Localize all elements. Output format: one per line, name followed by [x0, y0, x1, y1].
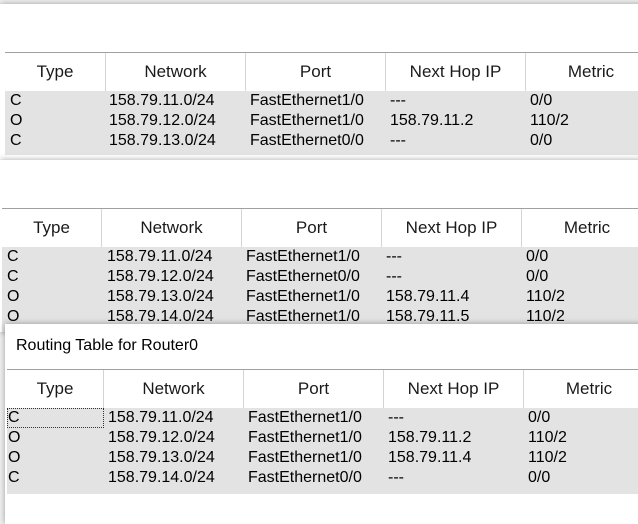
cell-type: O: [7, 288, 20, 305]
cell-network: 158.79.14.0/24: [108, 469, 215, 486]
cell-port: FastEthernet1/0: [250, 112, 364, 129]
table-row[interactable]: O 158.79.12.0/24 FastEthernet1/0 158.79.…: [5, 111, 638, 131]
column-header-next-hop-ip[interactable]: Next Hop IP: [382, 209, 522, 247]
cell-metric: 110/2: [528, 429, 567, 446]
table-row[interactable]: O 158.79.13.0/24 FastEthernet1/0 158.79.…: [2, 287, 638, 307]
routing-table-window-2: Type Network Port Next Hop IP Metric C 1…: [0, 160, 638, 332]
table-row[interactable]: O 158.79.12.0/24 FastEthernet1/0 158.79.…: [7, 428, 638, 448]
cell-next-hop: ---: [390, 92, 406, 109]
cell-next-hop: 158.79.11.4: [388, 449, 472, 466]
table-row[interactable]: C 158.79.11.0/24 FastEthernet1/0 --- 0/0: [5, 91, 638, 111]
window-title-bar[interactable]: Routing Table for Router0: [5, 324, 638, 366]
cell-network: 158.79.11.0/24: [107, 248, 213, 265]
column-header-type[interactable]: Type: [7, 370, 104, 408]
table-row[interactable]: C 158.79.12.0/24 FastEthernet0/0 --- 0/0: [2, 267, 638, 287]
window-title-bar[interactable]: [0, 160, 638, 204]
table-row[interactable]: C 158.79.14.0/24 FastEthernet0/0 --- 0/0: [7, 468, 638, 488]
cell-metric: 0/0: [528, 469, 551, 486]
table-header: Type Network Port Next Hop IP Metric: [5, 53, 638, 91]
table-row[interactable]: C 158.79.13.0/24 FastEthernet0/0 --- 0/0: [5, 131, 638, 151]
table-rows: C 158.79.11.0/24 FastEthernet1/0 --- 0/0…: [2, 247, 638, 332]
column-header-type[interactable]: Type: [2, 209, 102, 247]
cell-type: C: [10, 92, 22, 109]
cell-type: O: [8, 449, 21, 466]
cell-port: FastEthernet1/0: [246, 248, 360, 265]
cell-next-hop: ---: [386, 268, 402, 285]
cell-port: FastEthernet1/0: [246, 288, 360, 305]
column-header-port[interactable]: Port: [246, 53, 386, 91]
column-header-metric[interactable]: Metric: [524, 370, 638, 408]
column-header-metric[interactable]: Metric: [522, 209, 638, 247]
cell-next-hop: ---: [390, 132, 406, 149]
cell-type: C: [7, 268, 19, 285]
cell-network: 158.79.11.0/24: [109, 92, 215, 109]
cell-type: C: [8, 469, 20, 486]
cell-next-hop: ---: [388, 409, 404, 426]
routing-table: Type Network Port Next Hop IP Metric C 1…: [7, 369, 638, 524]
cell-metric: 0/0: [530, 132, 553, 149]
cell-type-focused[interactable]: C: [7, 408, 104, 428]
cell-port: FastEthernet1/0: [248, 449, 362, 466]
cell-network: 158.79.12.0/24: [108, 429, 215, 446]
cell-type: O: [10, 112, 23, 129]
routing-table-window-1: Type Network Port Next Hop IP Metric C 1…: [0, 4, 638, 162]
cell-metric: 110/2: [528, 449, 567, 466]
column-header-network[interactable]: Network: [106, 53, 246, 91]
column-header-network[interactable]: Network: [102, 209, 242, 247]
cell-network: 158.79.13.0/24: [109, 132, 216, 149]
cell-next-hop: 158.79.11.2: [390, 112, 474, 129]
cell-port: FastEthernet0/0: [250, 132, 364, 149]
table-rows: C 158.79.11.0/24 FastEthernet1/0 --- 0/0…: [5, 91, 638, 155]
cell-metric: 0/0: [526, 248, 549, 265]
column-header-type[interactable]: Type: [5, 53, 106, 91]
cell-metric: 0/0: [528, 409, 551, 426]
column-header-port[interactable]: Port: [244, 370, 384, 408]
cell-metric: 110/2: [526, 288, 565, 305]
cell-port: FastEthernet0/0: [248, 469, 362, 486]
cell-network: 158.79.11.0/24: [108, 409, 214, 426]
table-row[interactable]: C 158.79.11.0/24 FastEthernet1/0 --- 0/0: [7, 408, 638, 428]
cell-port: FastEthernet1/0: [250, 92, 364, 109]
column-header-next-hop-ip[interactable]: Next Hop IP: [384, 370, 524, 408]
cell-network: 158.79.12.0/24: [109, 112, 216, 129]
routing-table: Type Network Port Next Hop IP Metric C 1…: [2, 208, 638, 332]
table-row[interactable]: C 158.79.11.0/24 FastEthernet1/0 --- 0/0: [2, 247, 638, 267]
cell-metric: 110/2: [530, 112, 569, 129]
table-rows: C 158.79.11.0/24 FastEthernet1/0 --- 0/0…: [7, 408, 638, 494]
cell-type: C: [7, 248, 19, 265]
routing-table-window-router0: Routing Table for Router0 Type Network P…: [5, 324, 638, 524]
cell-next-hop: ---: [386, 248, 402, 265]
cell-next-hop: 158.79.11.2: [388, 429, 472, 446]
routing-table: Type Network Port Next Hop IP Metric C 1…: [5, 52, 638, 162]
table-header: Type Network Port Next Hop IP Metric: [2, 209, 638, 247]
cell-network: 158.79.13.0/24: [108, 449, 215, 466]
cell-metric: 0/0: [530, 92, 553, 109]
cell-port: FastEthernet1/0: [248, 409, 362, 426]
cell-port: FastEthernet1/0: [248, 429, 362, 446]
cell-type: C: [10, 132, 22, 149]
table-header: Type Network Port Next Hop IP Metric: [7, 370, 638, 408]
window-title: Routing Table for Router0: [16, 337, 199, 354]
cell-next-hop: ---: [388, 469, 404, 486]
cell-network: 158.79.12.0/24: [107, 268, 214, 285]
column-header-next-hop-ip[interactable]: Next Hop IP: [386, 53, 526, 91]
window-title-bar[interactable]: [0, 4, 638, 50]
cell-network: 158.79.13.0/24: [107, 288, 214, 305]
table-row[interactable]: O 158.79.13.0/24 FastEthernet1/0 158.79.…: [7, 448, 638, 468]
cell-next-hop: 158.79.11.4: [386, 288, 470, 305]
cell-port: FastEthernet0/0: [246, 268, 360, 285]
column-header-network[interactable]: Network: [104, 370, 244, 408]
cell-metric: 0/0: [526, 268, 549, 285]
column-header-metric[interactable]: Metric: [526, 53, 638, 91]
column-header-port[interactable]: Port: [242, 209, 382, 247]
cell-type: O: [8, 429, 21, 446]
